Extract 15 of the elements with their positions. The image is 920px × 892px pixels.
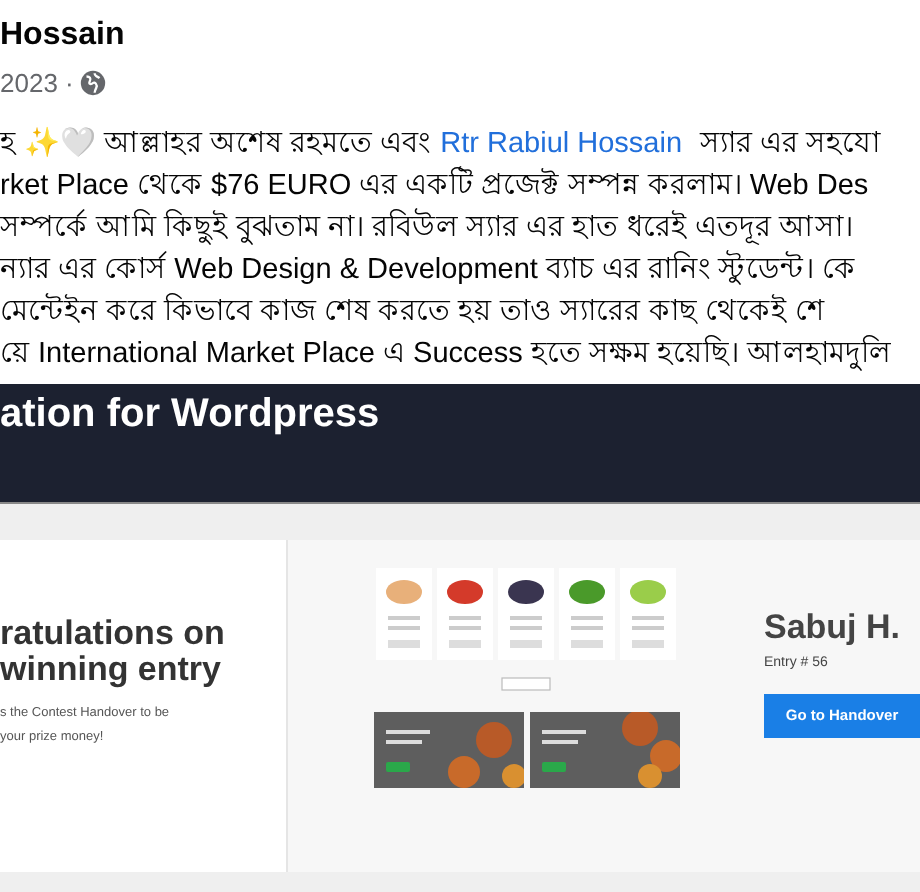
profile-link[interactable]: Rtr Rabiul Hossain bbox=[440, 124, 683, 166]
post-text: মেন্টেইন করে কিভাবে কাজ শেষ করতে হয় তাও স্যারের কাছ থেকেই শে bbox=[0, 292, 827, 332]
post-text: হ ✨🤍 আল্লাহর অশেষ রহমতে এবং bbox=[0, 125, 431, 164]
post-text: সম্পর্কে আমি কিছুই বুঝতাম না। রবিউল স্যার এর হাত ধরেই এতদূর আসা। bbox=[0, 208, 855, 249]
congrats-heading: ratulations on bbox=[0, 616, 227, 652]
winner-name: Sabuj H. bbox=[764, 608, 903, 648]
page-title: ation for Wordpress bbox=[0, 390, 382, 440]
author-name[interactable]: Hossain bbox=[0, 16, 920, 56]
post-text: rket Place থেকে $76 EURO এর একটি প্রজেক্ট সম্পন্ন করলাম। Web Des bbox=[0, 166, 871, 206]
globe-icon bbox=[79, 70, 106, 97]
congrats-heading: winning entry bbox=[0, 652, 223, 688]
post-date[interactable]: 2023 · bbox=[0, 64, 74, 103]
post-text: স্যার এর সহযো bbox=[700, 126, 881, 164]
post-text: য়ে International Market Place এ Success হতে সক্ষম হয়েছি। আলহামদুলি bbox=[0, 334, 893, 375]
post-text: ন্যার এর কোর্স Web Design & Development ব্যাচ এর রানিং স্টুডেন্ট। কে bbox=[0, 250, 859, 290]
